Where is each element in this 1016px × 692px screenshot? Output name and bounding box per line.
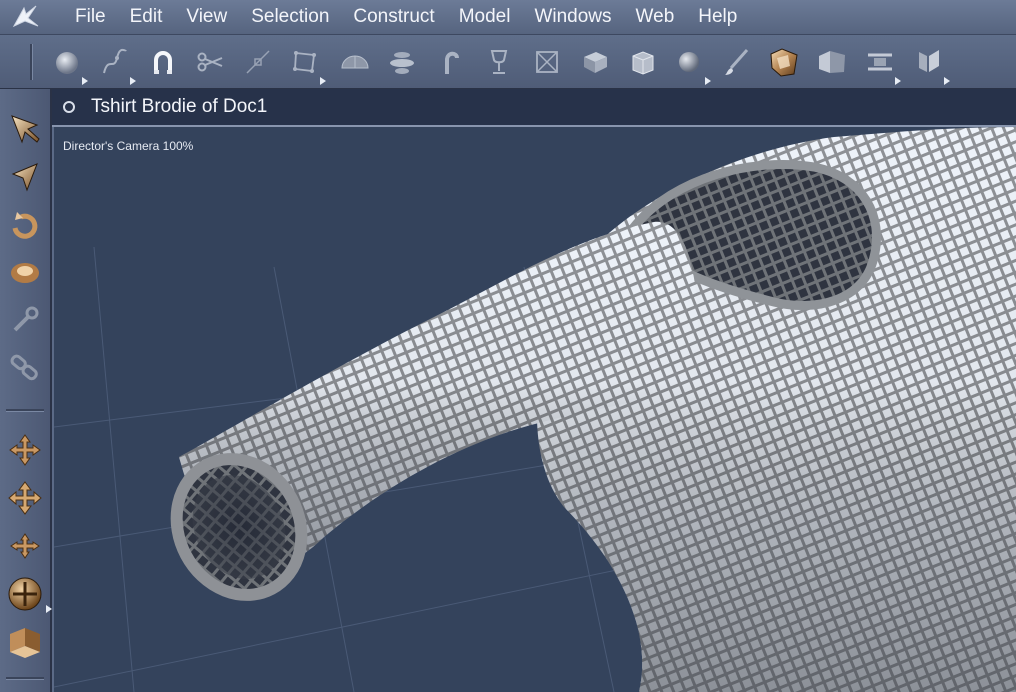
package-icon [632,51,654,75]
shirt-modeler-tool-button[interactable] [767,45,801,79]
window-dot-icon[interactable] [63,101,75,113]
toolbar-divider [6,677,44,680]
goblet-tool-button[interactable] [482,45,516,79]
ground-plane-icon [10,628,40,658]
move-xy-button[interactable] [6,431,44,469]
plane-panel-tool-button[interactable] [815,45,849,79]
select-arrow-icon [11,115,40,144]
brush-icon [725,49,749,75]
shading-sphere-icon [679,52,699,72]
scale-tool-button[interactable] [6,253,44,291]
bezier-path-icon [103,48,127,74]
trackball-button[interactable] [6,575,52,613]
tape-tool-button[interactable] [863,45,901,85]
bezier-tool-button[interactable] [98,45,136,85]
scissors-tool-button[interactable] [193,45,227,79]
rotate-icon [12,212,38,239]
3d-viewport[interactable]: Director's Camera 100% [54,127,1016,692]
move-yz-icon [10,533,40,559]
flyout-arrow-icon [705,77,711,85]
menu-web[interactable]: Web [636,6,675,28]
box-edit-tool-button[interactable] [288,45,326,85]
square-cross-tool-button[interactable] [530,45,564,79]
shading-tool-button[interactable] [673,45,711,85]
point-tool-button[interactable] [241,45,275,79]
cube-tool-button[interactable] [578,45,612,79]
menu-selection[interactable]: Selection [251,6,329,28]
wrench-tool-button[interactable] [6,301,44,339]
select-tool-button[interactable] [6,111,44,149]
move-xz-icon [8,481,42,515]
link-tool-button[interactable] [6,349,44,387]
package-tool-button[interactable] [626,45,660,79]
shirt-modeler-icon [770,48,798,77]
flyout-arrow-icon [944,77,950,85]
goblet-icon [490,50,508,74]
move-yz-button[interactable] [6,527,44,565]
magnet-icon [154,51,172,74]
menu-help[interactable]: Help [698,6,737,28]
document-title-bar[interactable]: Tshirt Brodie of Doc1 [52,89,1016,127]
wrench-icon [13,306,39,332]
move-tool-button[interactable] [6,159,44,197]
transform-toolbar [0,89,52,692]
tape-icon [868,53,892,71]
tshirt-mesh-render [54,127,1016,692]
flyout-arrow-icon [82,77,88,85]
cube-icon [584,52,607,73]
camera-label[interactable]: Director's Camera 100% [63,139,193,153]
brush-tool-button[interactable] [720,45,754,79]
half-dome-icon [341,55,369,69]
document-title: Tshirt Brodie of Doc1 [91,96,268,117]
box-edit-icon [293,51,316,73]
square-cross-icon [536,51,558,73]
move-arrow-icon [11,163,38,192]
sphere-tool-button[interactable] [50,45,88,85]
magnet-tool-button[interactable] [146,45,180,79]
app-logo-icon[interactable] [0,0,50,34]
flyout-arrow-icon [895,77,901,85]
link-icon [10,354,38,381]
sweep-tool-button[interactable] [434,45,468,79]
menu-file[interactable]: File [75,6,106,28]
move-xy-icon [9,434,41,466]
menu-edit[interactable]: Edit [130,6,163,28]
toolbar-divider [6,409,44,412]
flyout-arrow-icon [130,77,136,85]
flyout-arrow-icon [46,605,52,613]
bracket-tool-button[interactable] [912,45,950,85]
menu-windows[interactable]: Windows [534,6,611,28]
trackball-icon [8,577,42,611]
sphere-icon [56,52,78,74]
scissors-icon [197,52,223,72]
menu-view[interactable]: View [186,6,227,28]
point-tool-icon [246,50,270,74]
move-xz-button[interactable] [6,479,44,517]
ground-plane-button[interactable] [6,623,44,661]
sweep-icon [445,51,459,74]
bracket-icon [919,50,939,72]
plane-panel-icon [819,51,845,73]
lathe-icon [390,52,414,74]
toolbar-divider [30,44,33,80]
rotate-tool-button[interactable] [6,207,44,245]
scale-ring-icon [11,263,39,283]
lathe-tool-button[interactable] [385,45,419,79]
menu-construct[interactable]: Construct [353,6,434,28]
flyout-arrow-icon [320,77,326,85]
half-dome-tool-button[interactable] [338,45,372,79]
menu-bar: File Edit View Selection Construct Model… [0,0,1016,35]
menu-model[interactable]: Model [459,6,511,28]
modeling-toolbar [0,35,1016,90]
